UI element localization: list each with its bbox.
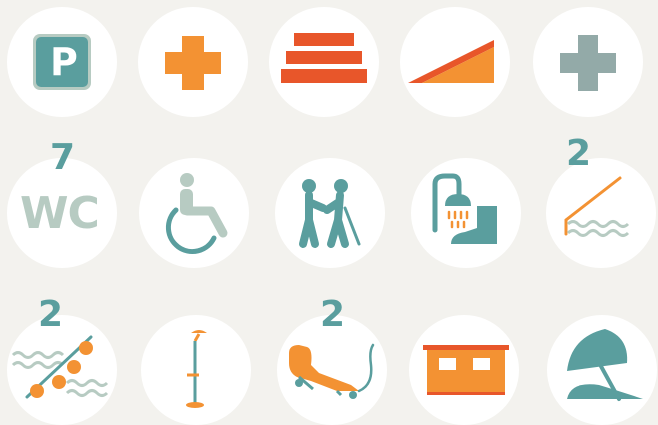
foot-shower-badge: [411, 158, 521, 268]
steps-badge: [269, 7, 379, 117]
foot-shower-icon: [432, 173, 497, 244]
steps-icon: [281, 33, 367, 83]
wc-icon: WC: [20, 188, 100, 239]
first-aid-badge: [138, 7, 248, 117]
shower-post-icon: [186, 330, 207, 408]
assisted-walking-badge: [275, 158, 385, 268]
medical-cross-icon: [560, 35, 616, 91]
parking-letter: P: [50, 40, 78, 84]
shower-post-badge: [141, 315, 251, 425]
wc-count: 7: [50, 137, 76, 178]
beach-umbrella-icon: [567, 329, 643, 401]
parking-badge: P: [7, 7, 117, 117]
wheelchair-icon: [165, 173, 228, 254]
beach-hut-badge: [409, 315, 519, 425]
pool-ramp-count: 2: [566, 133, 592, 174]
floating-walkway-count: 2: [38, 294, 64, 335]
pool-ramp-icon: [564, 176, 630, 237]
ramp-badge: [400, 7, 510, 117]
wheelchair-badge: [139, 158, 249, 268]
medical-cross-badge: [533, 7, 643, 117]
pool-ramp-badge: [546, 158, 656, 268]
beach-umbrella-badge: [547, 315, 657, 425]
ramp-icon: [408, 40, 494, 83]
beach-hut-icon: [423, 345, 509, 395]
amphibious-chair-count: 2: [320, 294, 346, 335]
assisted-walking-icon: [299, 179, 361, 248]
first-aid-icon: [165, 36, 221, 90]
